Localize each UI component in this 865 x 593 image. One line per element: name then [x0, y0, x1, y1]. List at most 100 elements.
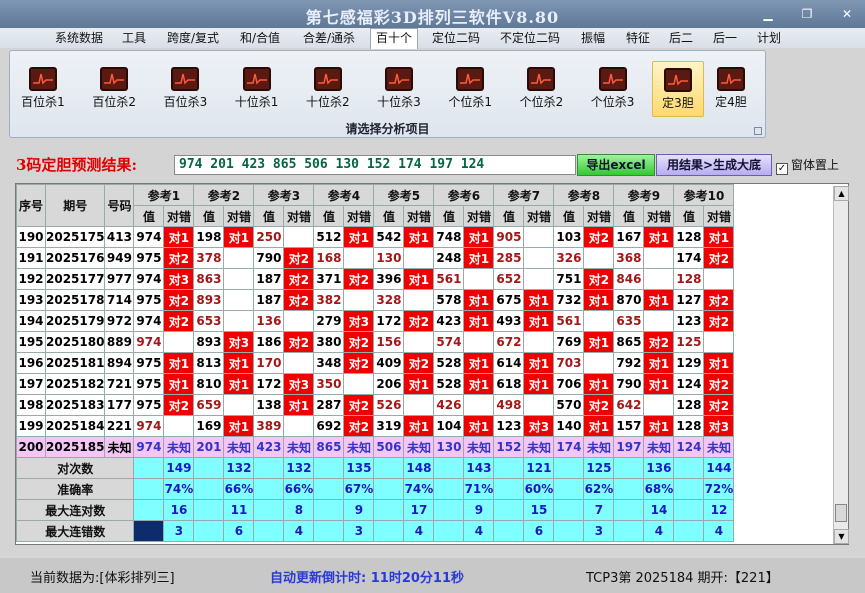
vertical-scrollbar[interactable]: ▲ ▼ — [833, 186, 849, 544]
menu-item-6[interactable]: 定位二码 — [432, 30, 480, 46]
ribbon-button-6[interactable]: 个位杀1 — [441, 61, 499, 117]
menu-item-5[interactable]: 百十个 — [370, 28, 419, 49]
ribbon-button-7[interactable]: 个位杀2 — [512, 61, 570, 117]
sub-header-hit: 对错 — [343, 205, 375, 227]
menu-item-0[interactable]: 系统数据 — [55, 30, 103, 46]
stat-value: 125 — [583, 457, 615, 479]
menu-item-1[interactable]: 工具 — [122, 30, 146, 46]
col-header-ref: 参考5 — [373, 184, 435, 206]
table-row[interactable]: 199 2025184 221 974 169 对1 389 692 对2 319 对1 104 对1 1… — [16, 415, 735, 437]
ref-value: 528 — [433, 352, 465, 374]
ref-value: 279 — [313, 310, 345, 332]
table-row[interactable]: 196 2025181 894 975 对1 813 对1 170 348 对2 409 对2 528 对… — [16, 352, 735, 374]
ref-value: 396 — [373, 268, 405, 290]
ref-hit — [403, 394, 435, 416]
ribbon-button-1[interactable]: 百位杀2 — [85, 61, 143, 117]
ribbon-button-0[interactable]: 百位杀1 — [14, 61, 72, 117]
ref-value: 140 — [553, 415, 585, 437]
ref-hit: 对2 — [643, 331, 675, 353]
stat-spacer — [253, 499, 285, 521]
maximize-icon[interactable]: ❐ — [796, 6, 818, 22]
ribbon-button-label: 百位杀3 — [163, 95, 208, 109]
menu-item-7[interactable]: 不定位二码 — [500, 30, 560, 46]
menu-item-2[interactable]: 跨度/复式 — [167, 30, 219, 46]
stat-spacer — [433, 478, 465, 500]
table-row[interactable]: 195 2025180 889 974 893 对3 186 对2 380 对2 156 574 672… — [16, 331, 735, 353]
table-row[interactable]: 190 2025175 413 974 对1 198 对1 250 512 对1 542 对1 748 对… — [16, 226, 735, 248]
ribbon-button-label: 十位杀3 — [377, 95, 421, 109]
ref-value: 863 — [193, 268, 225, 290]
generate-base-button[interactable]: 用结果>生成大底 — [656, 154, 772, 176]
window-title: 第七感福彩3D排列三软件V8.80 — [305, 8, 560, 27]
menu-item-9[interactable]: 特征 — [626, 30, 650, 46]
ref-value: 201 — [193, 436, 225, 458]
ref-value: 167 — [613, 226, 645, 248]
window-ontop-checkbox[interactable]: ✓ 窗体置上 — [776, 156, 839, 175]
scroll-up-icon[interactable]: ▲ — [834, 186, 849, 201]
menu-item-12[interactable]: 计划 — [757, 30, 781, 46]
stat-label: 最大连错数 — [16, 520, 135, 542]
ref-hit — [523, 226, 555, 248]
row-number: 972 — [104, 310, 135, 332]
ref-value: 319 — [373, 415, 405, 437]
sub-header-hit: 对错 — [463, 205, 495, 227]
menu-item-3[interactable]: 和/合值 — [240, 30, 280, 46]
stat-spacer — [613, 457, 645, 479]
scroll-down-icon[interactable]: ▼ — [834, 529, 849, 544]
table-row[interactable]: 198 2025183 177 975 对2 659 138 对1 287 对2 526 426 498… — [16, 394, 735, 416]
checkbox-mark[interactable]: ✓ — [776, 163, 788, 175]
row-number: 714 — [104, 289, 135, 311]
ref-value: 103 — [553, 226, 585, 248]
ribbon-button-label: 百位杀2 — [92, 95, 136, 109]
ref-hit: 对1 — [523, 289, 555, 311]
ref-hit: 对1 — [583, 331, 615, 353]
ref-hit: 对2 — [583, 394, 615, 416]
ref-hit: 对1 — [163, 352, 195, 374]
ribbon-expand-icon[interactable] — [754, 127, 762, 135]
ribbon-button-8[interactable]: 个位杀3 — [584, 61, 642, 117]
table-row[interactable]: 191 2025176 949 975 对2 378 790 对2 168 130 248 对1 285… — [16, 247, 735, 269]
scroll-thumb[interactable] — [835, 504, 847, 522]
stat-spacer — [253, 520, 285, 542]
ribbon-button-4[interactable]: 十位杀2 — [299, 61, 357, 117]
ribbon-button-3[interactable]: 十位杀1 — [228, 61, 286, 117]
ribbon-button-10[interactable]: 定4胆 — [705, 61, 757, 117]
ref-hit: 对2 — [703, 373, 735, 395]
table-row[interactable]: 194 2025179 972 974 对2 653 136 279 对3 172 对2 423 对1 4… — [16, 310, 735, 332]
ribbon-button-2[interactable]: 百位杀3 — [156, 61, 214, 117]
ref-hit: 对2 — [703, 310, 735, 332]
chart-icon — [242, 67, 271, 91]
menu-item-8[interactable]: 振幅 — [581, 30, 605, 46]
close-icon[interactable]: ✕ — [836, 6, 858, 22]
col-header-ref: 参考9 — [613, 184, 675, 206]
ref-hit — [703, 331, 735, 353]
col-header-ref: 参考2 — [193, 184, 255, 206]
ref-value: 561 — [433, 268, 465, 290]
row-index: 197 — [16, 373, 46, 395]
menu-item-4[interactable]: 合差/通杀 — [303, 30, 355, 46]
ref-value: 128 — [673, 394, 705, 416]
prediction-result-field[interactable]: 974 201 423 865 506 130 152 174 197 124 — [174, 155, 576, 175]
table-row[interactable]: 197 2025182 721 975 对1 810 对1 172 对3 350 206 对1 528 对… — [16, 373, 735, 395]
table-row[interactable]: 192 2025177 977 974 对3 863 187 对2 371 对2 396 对1 561 6… — [16, 268, 735, 290]
export-excel-button[interactable]: 导出excel — [577, 154, 655, 176]
ref-value: 865 — [613, 331, 645, 353]
ref-hit: 未知 — [703, 436, 735, 458]
col-header-index: 序号 — [16, 184, 46, 227]
ref-value: 512 — [313, 226, 345, 248]
ref-hit: 对1 — [223, 226, 255, 248]
ribbon-button-5[interactable]: 十位杀3 — [370, 61, 428, 117]
table-row[interactable]: 193 2025178 714 975 对2 893 187 对2 382 328 578 对1 675… — [16, 289, 735, 311]
pending-row[interactable]: 200 2025185 未知 974 未知 201 未知 423 未知 865 未知 506 未知 130… — [16, 436, 735, 458]
ribbon-button-9[interactable]: 定3胆 — [652, 61, 704, 117]
ref-hit: 对2 — [343, 352, 375, 374]
menu-item-10[interactable]: 后二 — [669, 30, 693, 46]
ref-hit: 对1 — [343, 226, 375, 248]
ref-value: 124 — [673, 436, 705, 458]
minimize-icon[interactable]: ▁ — [757, 6, 779, 22]
ref-value: 170 — [253, 352, 285, 374]
ref-value: 104 — [433, 415, 465, 437]
stat-spacer — [193, 457, 225, 479]
menu-item-11[interactable]: 后一 — [713, 30, 737, 46]
stat-row: 最大连错数 3 6 4 3 4 4 6 3 4 4 — [16, 520, 735, 542]
